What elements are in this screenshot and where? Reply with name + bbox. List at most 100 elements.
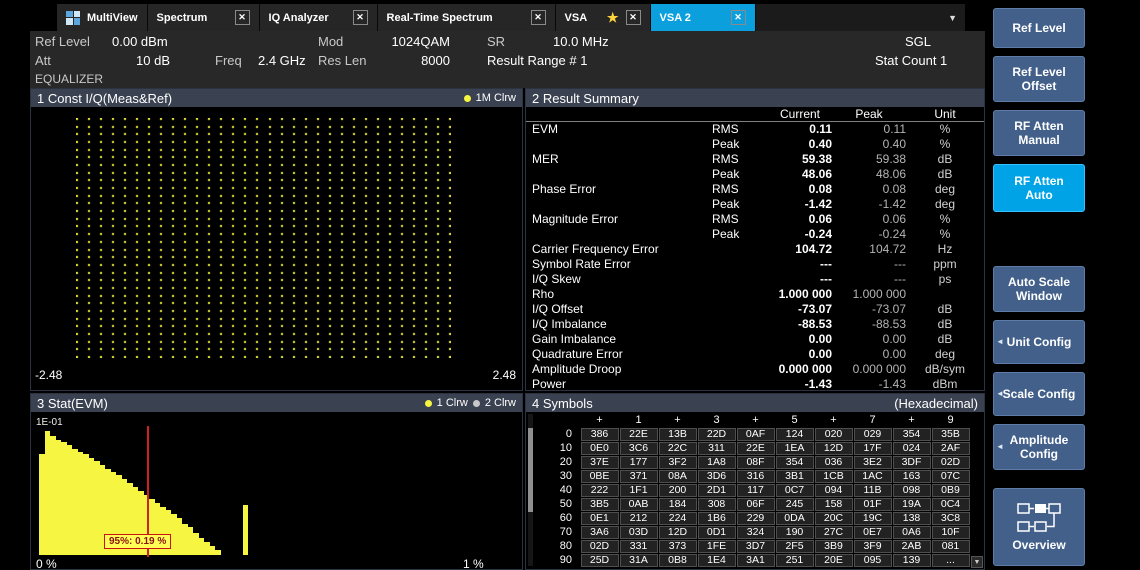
symbol-cell[interactable]: 2AB bbox=[893, 540, 931, 553]
symbol-cell[interactable]: 1EA bbox=[776, 442, 814, 455]
tab-iq-analyzer[interactable]: IQ Analyzer ✕ bbox=[260, 4, 378, 31]
symbol-cell[interactable]: 22E bbox=[620, 428, 658, 441]
symbol-cell[interactable]: 0BE bbox=[581, 470, 619, 483]
symbol-cell[interactable]: 11B bbox=[854, 484, 892, 497]
symbol-cell[interactable]: 3B9 bbox=[815, 540, 853, 553]
symbol-cell[interactable]: 354 bbox=[893, 428, 931, 441]
symbol-cell[interactable]: 324 bbox=[737, 526, 775, 539]
symbol-cell[interactable]: 0E0 bbox=[581, 442, 619, 455]
symbol-cell[interactable]: 22D bbox=[698, 428, 736, 441]
symbol-cell[interactable]: 158 bbox=[815, 498, 853, 511]
symbol-cell[interactable]: 27C bbox=[815, 526, 853, 539]
symbol-cell[interactable]: 3F2 bbox=[659, 456, 697, 469]
symbol-cell[interactable]: 190 bbox=[776, 526, 814, 539]
symbol-cell[interactable]: 138 bbox=[893, 512, 931, 525]
symbol-cell[interactable]: 0E1 bbox=[581, 512, 619, 525]
symbol-cell[interactable]: 081 bbox=[932, 540, 970, 553]
ref-level-button[interactable]: Ref Level bbox=[993, 8, 1085, 48]
symbol-cell[interactable]: 06F bbox=[737, 498, 775, 511]
tab-vsa[interactable]: VSA ★ ✕ bbox=[556, 4, 651, 31]
tab-vsa-2[interactable]: VSA 2 ✕ bbox=[651, 4, 756, 31]
symbol-cell[interactable]: 0A6 bbox=[893, 526, 931, 539]
symbol-cell[interactable]: 0B9 bbox=[932, 484, 970, 497]
symbol-cell[interactable]: 3A6 bbox=[581, 526, 619, 539]
symbol-cell[interactable]: 1AC bbox=[854, 470, 892, 483]
symbol-cell[interactable]: 124 bbox=[776, 428, 814, 441]
symbol-cell[interactable]: 37E bbox=[581, 456, 619, 469]
symbol-cell[interactable]: 0B8 bbox=[659, 554, 697, 567]
symbol-cell[interactable]: ... bbox=[932, 554, 970, 567]
tab-real-time-spectrum[interactable]: Real-Time Spectrum ✕ bbox=[378, 4, 556, 31]
symbol-cell[interactable]: 03D bbox=[620, 526, 658, 539]
symbol-cell[interactable]: 094 bbox=[815, 484, 853, 497]
close-icon[interactable]: ✕ bbox=[531, 10, 546, 25]
symbol-cell[interactable]: 2D1 bbox=[698, 484, 736, 497]
symbol-cell[interactable]: 17F bbox=[854, 442, 892, 455]
res-len-value[interactable]: 8000 bbox=[360, 53, 450, 68]
tab-overflow-dropdown-icon[interactable]: ▼ bbox=[948, 13, 957, 23]
symbol-cell[interactable]: 1A8 bbox=[698, 456, 736, 469]
symbol-cell[interactable]: 3C8 bbox=[932, 512, 970, 525]
tab-multiview[interactable]: MultiView bbox=[57, 4, 148, 31]
symbol-cell[interactable]: 1CB bbox=[815, 470, 853, 483]
symbol-cell[interactable]: 316 bbox=[737, 470, 775, 483]
scrollbar-thumb[interactable] bbox=[528, 428, 533, 512]
symbol-cell[interactable]: 3B1 bbox=[776, 470, 814, 483]
symbol-cell[interactable]: 02D bbox=[581, 540, 619, 553]
symbol-cell[interactable]: 371 bbox=[620, 470, 658, 483]
panel-symbols[interactable]: 4 Symbols (Hexadecimal) +1+3+5+7+9 03862… bbox=[525, 393, 985, 570]
ref-level-value[interactable]: 0.00 dBm bbox=[112, 34, 168, 49]
symbol-cell[interactable]: 311 bbox=[698, 442, 736, 455]
rf-atten-auto-button[interactable]: RF Atten Auto bbox=[993, 164, 1085, 212]
close-icon[interactable]: ✕ bbox=[731, 10, 746, 25]
symbol-cell[interactable]: 10F bbox=[932, 526, 970, 539]
symbol-cell[interactable]: 139 bbox=[893, 554, 931, 567]
freq-value[interactable]: 2.4 GHz bbox=[258, 53, 306, 68]
symbol-cell[interactable]: 2F5 bbox=[776, 540, 814, 553]
auto-scale-window-button[interactable]: Auto Scale Window bbox=[993, 266, 1085, 312]
symbol-cell[interactable]: 3D6 bbox=[698, 470, 736, 483]
symbol-cell[interactable]: 01F bbox=[854, 498, 892, 511]
symbol-cell[interactable]: 229 bbox=[737, 512, 775, 525]
symbol-cell[interactable]: 31A bbox=[620, 554, 658, 567]
symbol-cell[interactable]: 07C bbox=[932, 470, 970, 483]
symbol-cell[interactable]: 373 bbox=[659, 540, 697, 553]
symbol-cell[interactable]: 20E bbox=[815, 554, 853, 567]
symbol-cell[interactable]: 163 bbox=[893, 470, 931, 483]
close-icon[interactable]: ✕ bbox=[626, 10, 641, 25]
symbol-cell[interactable]: 13B bbox=[659, 428, 697, 441]
overview-button[interactable]: Overview bbox=[993, 488, 1085, 566]
symbol-cell[interactable]: 1FE bbox=[698, 540, 736, 553]
mod-value[interactable]: 1024QAM bbox=[360, 34, 450, 49]
symbol-cell[interactable]: 3B5 bbox=[581, 498, 619, 511]
symbol-cell[interactable]: 3DF bbox=[893, 456, 931, 469]
close-icon[interactable]: ✕ bbox=[353, 10, 368, 25]
symbol-cell[interactable]: 177 bbox=[620, 456, 658, 469]
symbol-cell[interactable]: 354 bbox=[776, 456, 814, 469]
att-value[interactable]: 10 dB bbox=[90, 53, 170, 68]
sr-value[interactable]: 10.0 MHz bbox=[553, 34, 609, 49]
symbol-cell[interactable]: 386 bbox=[581, 428, 619, 441]
tab-spectrum[interactable]: Spectrum ✕ bbox=[148, 4, 260, 31]
rf-atten-manual-button[interactable]: RF Atten Manual bbox=[993, 110, 1085, 156]
ref-level-offset-button[interactable]: Ref Level Offset bbox=[993, 56, 1085, 102]
symbol-cell[interactable]: 20C bbox=[815, 512, 853, 525]
scale-config-button[interactable]: ◄ Scale Config bbox=[993, 372, 1085, 416]
symbol-cell[interactable]: 19A bbox=[893, 498, 931, 511]
symbol-cell[interactable]: 212 bbox=[620, 512, 658, 525]
symbol-cell[interactable]: 12D bbox=[659, 526, 697, 539]
symbol-cell[interactable]: 08A bbox=[659, 470, 697, 483]
symbols-scrollbar[interactable] bbox=[528, 414, 533, 566]
symbol-cell[interactable]: 0AB bbox=[620, 498, 658, 511]
symbol-cell[interactable]: 0AF bbox=[737, 428, 775, 441]
amplitude-config-button[interactable]: ◄ Amplitude Config bbox=[993, 424, 1085, 470]
symbol-cell[interactable]: 0E7 bbox=[854, 526, 892, 539]
symbol-cell[interactable]: 095 bbox=[854, 554, 892, 567]
unit-config-button[interactable]: ◄ Unit Config bbox=[993, 320, 1085, 364]
symbol-cell[interactable]: 222 bbox=[581, 484, 619, 497]
symbol-cell[interactable]: 1B6 bbox=[698, 512, 736, 525]
symbol-cell[interactable]: 3C6 bbox=[620, 442, 658, 455]
symbol-cell[interactable]: 1E4 bbox=[698, 554, 736, 567]
symbol-cell[interactable]: 02D bbox=[932, 456, 970, 469]
symbol-cell[interactable]: 3A1 bbox=[737, 554, 775, 567]
